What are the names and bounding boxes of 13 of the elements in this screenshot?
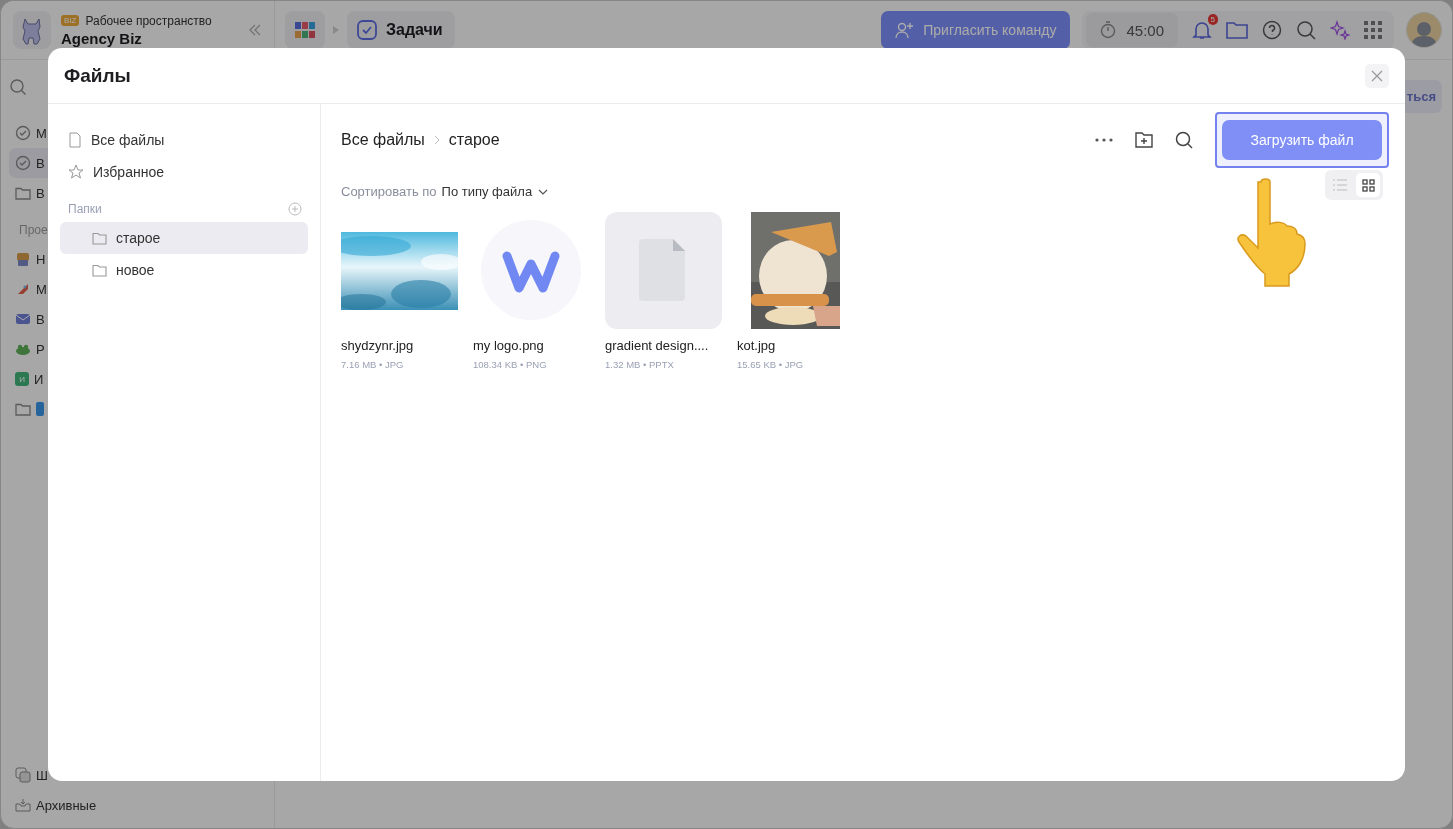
workspace-badge: BIZ — [61, 15, 80, 26]
sort-label: Сортировать по — [341, 184, 437, 199]
file-meta: 1.32 MB • PPTX — [605, 359, 675, 370]
workspace-label: Рабочее пространство — [85, 13, 212, 28]
section-heading: Прое — [19, 222, 48, 239]
file-meta: 7.16 MB • JPG — [341, 359, 405, 370]
dialog-title: Файлы — [64, 64, 131, 87]
project-badge: И — [15, 372, 29, 386]
file-meta: 108.34 KB • PNG — [473, 359, 548, 370]
file-meta: 15.65 KB • JPG — [737, 359, 805, 370]
notification-count: 5 — [1207, 14, 1218, 25]
workspace-name: Agency Biz — [61, 29, 143, 47]
section-heading: Папки — [68, 202, 102, 216]
